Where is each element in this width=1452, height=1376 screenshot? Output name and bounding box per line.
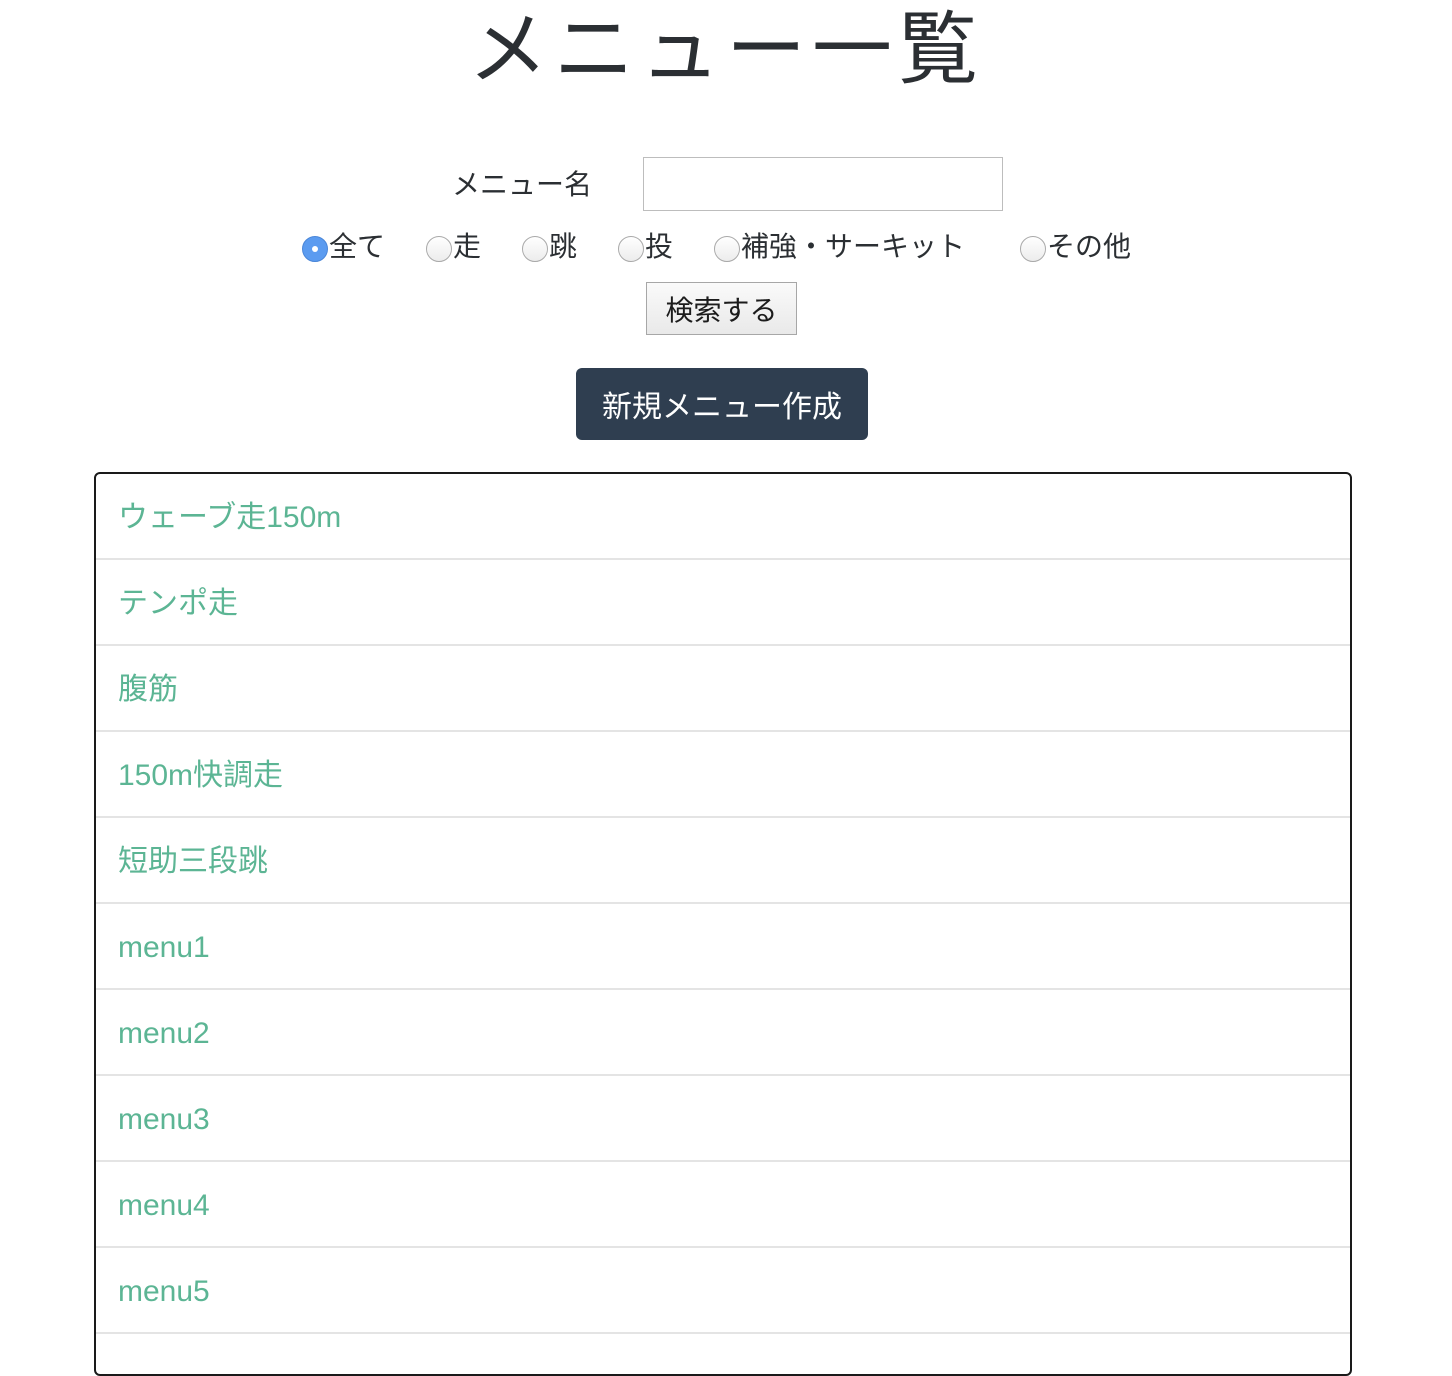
menu-name-label: メニュー名 [452, 168, 593, 201]
category-label-throw: 投 [645, 230, 674, 263]
menu-list-item: ウェーブ走150m [96, 474, 1350, 560]
category-radio-all[interactable]: 全て [302, 225, 385, 269]
menu-link[interactable]: 150m快調走 [118, 754, 283, 798]
radio-button-jump[interactable] [522, 236, 548, 262]
menu-list: ウェーブ走150m テンポ走 腹筋 150m快調走 短助三段跳 menu1 me… [94, 472, 1352, 1376]
menu-list-item: menu2 [96, 990, 1350, 1076]
category-radio-circuit[interactable]: 補強・サーキット [714, 225, 965, 269]
menu-link[interactable]: menu3 [118, 1098, 210, 1142]
menu-list-item: 150m快調走 [96, 732, 1350, 818]
menu-list-item: menu4 [96, 1162, 1350, 1248]
menu-link[interactable]: テンポ走 [118, 582, 238, 626]
search-button[interactable]: 検索する [646, 282, 797, 335]
category-radio-jump[interactable]: 跳 [522, 225, 577, 269]
page-title: メニュー一覧 [468, 3, 984, 96]
menu-list-item: menu5 [96, 1248, 1350, 1334]
menu-list-item: 腹筋 [96, 646, 1350, 732]
radio-button-all[interactable] [302, 236, 328, 262]
category-label-run: 走 [453, 230, 482, 263]
menu-link[interactable]: 腹筋 [118, 668, 178, 712]
category-label-circuit: 補強・サーキット [741, 230, 966, 263]
menu-name-input[interactable] [643, 157, 1003, 211]
radio-button-throw[interactable] [618, 236, 644, 262]
radio-button-other[interactable] [1020, 236, 1046, 262]
radio-button-circuit[interactable] [714, 236, 740, 262]
menu-link[interactable]: ウェーブ走150m [118, 496, 341, 540]
menu-list-item: 短助三段跳 [96, 818, 1350, 904]
category-radio-throw[interactable]: 投 [618, 225, 673, 269]
menu-list-item: menu1 [96, 904, 1350, 990]
category-radio-run[interactable]: 走 [426, 225, 481, 269]
category-radio-group: 全て 走 跳 投 補強・サーキット その他 [0, 225, 1452, 269]
menu-list-item: テンポ走 [96, 560, 1350, 646]
category-label-jump: 跳 [549, 230, 578, 263]
radio-button-run[interactable] [426, 236, 452, 262]
menu-link[interactable]: 短助三段跳 [118, 840, 268, 884]
category-radio-other[interactable]: その他 [1020, 225, 1131, 269]
new-menu-button[interactable]: 新規メニュー作成 [576, 368, 868, 440]
category-label-all: 全て [329, 230, 386, 263]
menu-link[interactable]: menu5 [118, 1270, 210, 1314]
category-label-other: その他 [1047, 230, 1132, 263]
search-row: メニュー名 [0, 157, 1452, 211]
menu-link[interactable]: menu2 [118, 1012, 210, 1056]
menu-link[interactable]: menu4 [118, 1184, 210, 1228]
menu-link[interactable]: menu1 [118, 926, 210, 970]
menu-list-item: menu3 [96, 1076, 1350, 1162]
